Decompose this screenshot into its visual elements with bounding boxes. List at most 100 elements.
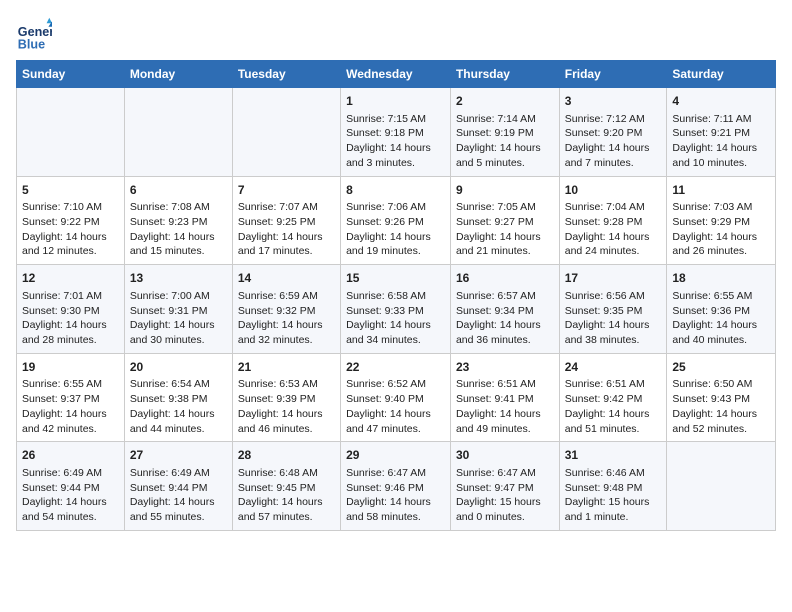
weekday-header: Wednesday [341,61,451,88]
calendar-cell: 23Sunrise: 6:51 AM Sunset: 9:41 PM Dayli… [450,353,559,442]
calendar-cell: 28 Sunrise: 6:48 AM Sunset: 9:45 PM Dayli… [232,442,340,531]
page-header: General Blue [16,16,776,52]
day-number: 12 [22,270,119,287]
calendar-cell: 11Sunrise: 7:03 AM Sunset: 9:29 PM Dayli… [667,176,776,265]
day-number: 17 [565,270,662,287]
calendar-cell: 2 Sunrise: 7:14 AM Sunset: 9:19 PM Daylig… [450,88,559,177]
calendar-cell: 5Sunrise: 7:10 AM Sunset: 9:22 PM Daylig… [17,176,125,265]
cell-content: Sunrise: 7:12 AM Sunset: 9:20 PM Dayligh… [565,112,662,171]
day-number: 21 [238,359,335,376]
day-number: 2 [456,93,554,110]
weekday-header: Saturday [667,61,776,88]
cell-content: Sunrise: 7:06 AM Sunset: 9:26 PM Dayligh… [346,200,445,259]
cell-content: Sunrise: 6:46 AM Sunset: 9:48 PM Dayligh… [565,466,662,525]
calendar-cell: 14Sunrise: 6:59 AM Sunset: 9:32 PM Dayli… [232,265,340,354]
cell-content: Sunrise: 6:54 AM Sunset: 9:38 PM Dayligh… [130,377,227,436]
calendar-cell: 21Sunrise: 6:53 AM Sunset: 9:39 PM Dayli… [232,353,340,442]
day-number: 10 [565,182,662,199]
day-number: 26 [22,447,119,464]
calendar-cell: 31Sunrise: 6:46 AM Sunset: 9:48 PM Dayli… [559,442,667,531]
calendar-cell: 12 Sunrise: 7:01 AM Sunset: 9:30 PM Dayli… [17,265,125,354]
day-number: 18 [672,270,770,287]
day-number: 11 [672,182,770,199]
day-number: 22 [346,359,445,376]
cell-content: Sunrise: 6:49 AM Sunset: 9:44 PM Dayligh… [22,466,119,525]
day-number: 30 [456,447,554,464]
day-number: 7 [238,182,335,199]
calendar-cell: 13 Sunrise: 7:00 AM Sunset: 9:31 PM Dayli… [124,265,232,354]
day-number: 20 [130,359,227,376]
day-number: 24 [565,359,662,376]
day-number: 16 [456,270,554,287]
calendar-cell [17,88,125,177]
day-number: 4 [672,93,770,110]
cell-content: Sunrise: 7:08 AM Sunset: 9:23 PM Dayligh… [130,200,227,259]
calendar-cell: 18 Sunrise: 6:55 AM Sunset: 9:36 PM Dayli… [667,265,776,354]
weekday-header: Sunday [17,61,125,88]
calendar-cell: 24Sunrise: 6:51 AM Sunset: 9:42 PM Dayli… [559,353,667,442]
cell-content: Sunrise: 7:05 AM Sunset: 9:27 PM Dayligh… [456,200,554,259]
calendar-cell: 26 Sunrise: 6:49 AM Sunset: 9:44 PM Dayli… [17,442,125,531]
cell-content: Sunrise: 6:47 AM Sunset: 9:47 PM Dayligh… [456,466,554,525]
cell-content: Sunrise: 7:15 AM Sunset: 9:18 PM Dayligh… [346,112,445,171]
calendar-cell: 27 Sunrise: 6:49 AM Sunset: 9:44 PM Dayli… [124,442,232,531]
day-number: 19 [22,359,119,376]
calendar-cell: 17 Sunrise: 6:56 AM Sunset: 9:35 PM Dayli… [559,265,667,354]
cell-content: Sunrise: 6:47 AM Sunset: 9:46 PM Dayligh… [346,466,445,525]
cell-content: Sunrise: 7:10 AM Sunset: 9:22 PM Dayligh… [22,200,119,259]
cell-content: Sunrise: 6:57 AM Sunset: 9:34 PM Dayligh… [456,289,554,348]
cell-content: Sunrise: 7:14 AM Sunset: 9:19 PM Dayligh… [456,112,554,171]
day-number: 27 [130,447,227,464]
cell-content: Sunrise: 7:01 AM Sunset: 9:30 PM Dayligh… [22,289,119,348]
cell-content: Sunrise: 7:00 AM Sunset: 9:31 PM Dayligh… [130,289,227,348]
day-number: 6 [130,182,227,199]
calendar-cell: 8Sunrise: 7:06 AM Sunset: 9:26 PM Daylig… [341,176,451,265]
day-number: 8 [346,182,445,199]
day-number: 29 [346,447,445,464]
day-number: 9 [456,182,554,199]
day-number: 14 [238,270,335,287]
cell-content: Sunrise: 6:56 AM Sunset: 9:35 PM Dayligh… [565,289,662,348]
day-number: 28 [238,447,335,464]
cell-content: Sunrise: 6:58 AM Sunset: 9:33 PM Dayligh… [346,289,445,348]
calendar-cell: 4 Sunrise: 7:11 AM Sunset: 9:21 PM Daylig… [667,88,776,177]
calendar-week-row: 5Sunrise: 7:10 AM Sunset: 9:22 PM Daylig… [17,176,776,265]
cell-content: Sunrise: 6:48 AM Sunset: 9:45 PM Dayligh… [238,466,335,525]
day-number: 23 [456,359,554,376]
calendar-cell: 16 Sunrise: 6:57 AM Sunset: 9:34 PM Dayli… [450,265,559,354]
day-number: 13 [130,270,227,287]
day-number: 1 [346,93,445,110]
weekday-header: Tuesday [232,61,340,88]
calendar-cell: 22Sunrise: 6:52 AM Sunset: 9:40 PM Dayli… [341,353,451,442]
calendar-cell: 29 Sunrise: 6:47 AM Sunset: 9:46 PM Dayli… [341,442,451,531]
cell-content: Sunrise: 6:49 AM Sunset: 9:44 PM Dayligh… [130,466,227,525]
weekday-header-row: SundayMondayTuesdayWednesdayThursdayFrid… [17,61,776,88]
calendar-cell: 10Sunrise: 7:04 AM Sunset: 9:28 PM Dayli… [559,176,667,265]
calendar-week-row: 26 Sunrise: 6:49 AM Sunset: 9:44 PM Dayli… [17,442,776,531]
calendar-cell: 6Sunrise: 7:08 AM Sunset: 9:23 PM Daylig… [124,176,232,265]
calendar-cell: 9Sunrise: 7:05 AM Sunset: 9:27 PM Daylig… [450,176,559,265]
calendar-cell [232,88,340,177]
calendar-cell: 7Sunrise: 7:07 AM Sunset: 9:25 PM Daylig… [232,176,340,265]
cell-content: Sunrise: 7:11 AM Sunset: 9:21 PM Dayligh… [672,112,770,171]
cell-content: Sunrise: 6:51 AM Sunset: 9:42 PM Dayligh… [565,377,662,436]
cell-content: Sunrise: 7:03 AM Sunset: 9:29 PM Dayligh… [672,200,770,259]
calendar-table: SundayMondayTuesdayWednesdayThursdayFrid… [16,60,776,531]
cell-content: Sunrise: 6:55 AM Sunset: 9:37 PM Dayligh… [22,377,119,436]
calendar-cell [124,88,232,177]
logo: General Blue [16,16,56,52]
cell-content: Sunrise: 7:07 AM Sunset: 9:25 PM Dayligh… [238,200,335,259]
cell-content: Sunrise: 6:52 AM Sunset: 9:40 PM Dayligh… [346,377,445,436]
calendar-cell: 3 Sunrise: 7:12 AM Sunset: 9:20 PM Daylig… [559,88,667,177]
cell-content: Sunrise: 7:04 AM Sunset: 9:28 PM Dayligh… [565,200,662,259]
day-number: 3 [565,93,662,110]
day-number: 25 [672,359,770,376]
calendar-cell: 15Sunrise: 6:58 AM Sunset: 9:33 PM Dayli… [341,265,451,354]
calendar-cell: 30 Sunrise: 6:47 AM Sunset: 9:47 PM Dayli… [450,442,559,531]
calendar-week-row: 19Sunrise: 6:55 AM Sunset: 9:37 PM Dayli… [17,353,776,442]
calendar-cell [667,442,776,531]
calendar-week-row: 1 Sunrise: 7:15 AM Sunset: 9:18 PM Daylig… [17,88,776,177]
logo-icon: General Blue [16,16,52,52]
calendar-cell: 25Sunrise: 6:50 AM Sunset: 9:43 PM Dayli… [667,353,776,442]
cell-content: Sunrise: 6:55 AM Sunset: 9:36 PM Dayligh… [672,289,770,348]
